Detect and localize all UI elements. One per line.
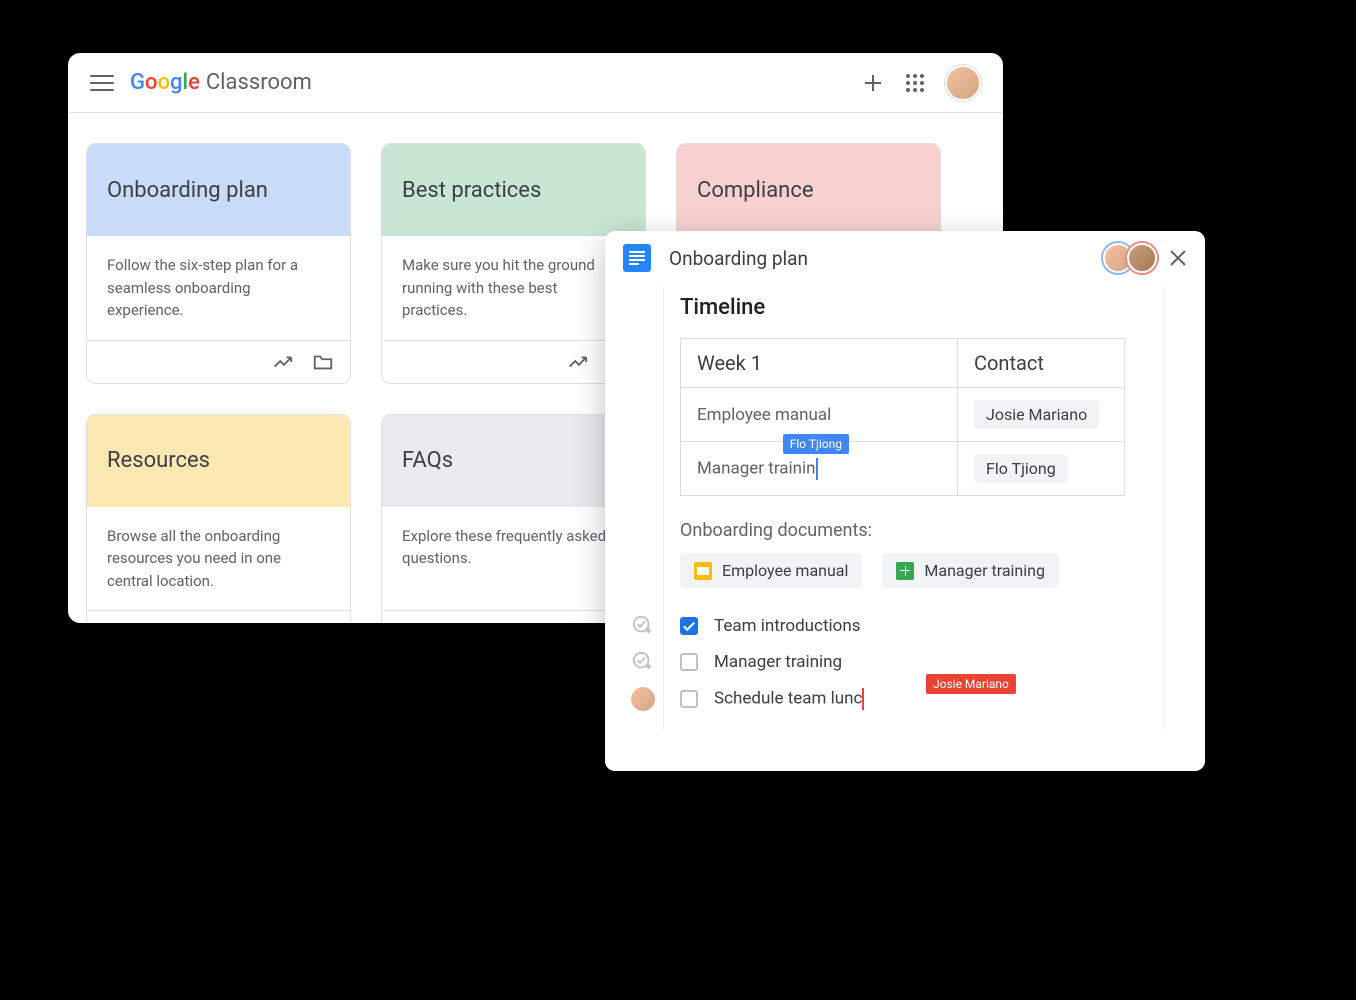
card-title: Best practices [382, 144, 645, 236]
avatar[interactable] [945, 65, 981, 101]
checklist-row[interactable]: Manager training [680, 652, 1165, 672]
contact-chip[interactable]: Josie Mariano [974, 400, 1099, 429]
checklist-row[interactable]: Schedule team lunc Josie Mariano [680, 688, 1165, 710]
apps-icon[interactable] [903, 71, 927, 95]
card-desc: Browse all the onboarding resources you … [87, 507, 350, 611]
docs-title: Onboarding plan [669, 247, 808, 270]
checklist-label: Team introductions [714, 616, 861, 636]
checkbox[interactable] [680, 653, 698, 671]
checklist-label: Manager training [714, 652, 842, 672]
docs-body[interactable]: Timeline Week 1 Contact Employee manual … [605, 285, 1205, 730]
timeline-heading: Timeline [680, 295, 1165, 320]
add-check-icon [632, 651, 654, 673]
table-header-contact: Contact [958, 339, 1125, 388]
checkbox[interactable] [680, 617, 698, 635]
class-card-resources[interactable]: Resources Browse all the onboarding reso… [86, 414, 351, 624]
table-cell-item[interactable]: Manager trainin Flo Tjiong [681, 442, 958, 496]
doc-chip-slides[interactable]: Employee manual [680, 553, 862, 588]
trending-icon[interactable] [272, 621, 294, 623]
docs-subheading: Onboarding documents: [680, 520, 1165, 541]
sheets-icon [896, 562, 914, 580]
collaborator-avatar[interactable] [1127, 243, 1157, 273]
classroom-header: Google Classroom [68, 53, 1003, 113]
doc-chip-sheets[interactable]: Manager training [882, 553, 1059, 588]
plus-icon[interactable] [861, 71, 885, 95]
checklist-row[interactable]: Team introductions [680, 616, 1165, 636]
slides-icon [694, 562, 712, 580]
app-name: Classroom [206, 70, 312, 95]
table-cell-contact[interactable]: Flo Tjiong [958, 442, 1125, 496]
card-title: Onboarding plan [87, 144, 350, 236]
checklist-label: Schedule team lunc [714, 688, 864, 710]
menu-icon[interactable] [90, 71, 114, 95]
doc-chips: Employee manual Manager training [680, 553, 1165, 588]
class-card-onboarding[interactable]: Onboarding plan Follow the six-step plan… [86, 143, 351, 384]
card-footer [87, 610, 350, 623]
docs-header: Onboarding plan [605, 231, 1205, 285]
checkbox[interactable] [680, 690, 698, 708]
collaborator-avatars[interactable] [1109, 243, 1157, 273]
card-title: Compliance [677, 144, 940, 236]
trending-icon[interactable] [567, 351, 589, 373]
row-avatar-icon [631, 687, 655, 711]
folder-icon[interactable] [312, 351, 334, 373]
cursor-tag-red: Josie Mariano [926, 674, 1016, 694]
card-desc: Follow the six-step plan for a seamless … [87, 236, 350, 340]
card-title: Resources [87, 415, 350, 507]
add-check-icon [632, 615, 654, 637]
trending-icon[interactable] [567, 621, 589, 623]
cursor-tag-blue: Flo Tjiong [783, 434, 849, 454]
trending-icon[interactable] [272, 351, 294, 373]
docs-window: Onboarding plan Timeline Week 1 Contact … [605, 231, 1205, 771]
docs-icon [623, 244, 651, 272]
folder-icon[interactable] [312, 621, 334, 623]
contact-chip[interactable]: Flo Tjiong [974, 454, 1068, 483]
checklist: Team introductions Manager training Sche… [680, 616, 1165, 710]
close-icon[interactable] [1169, 249, 1187, 267]
table-header-week: Week 1 [681, 339, 958, 388]
timeline-table: Week 1 Contact Employee manual Josie Mar… [680, 338, 1125, 496]
table-cell-contact[interactable]: Josie Mariano [958, 388, 1125, 442]
google-classroom-logo: Google Classroom [130, 70, 312, 95]
card-footer [87, 340, 350, 383]
